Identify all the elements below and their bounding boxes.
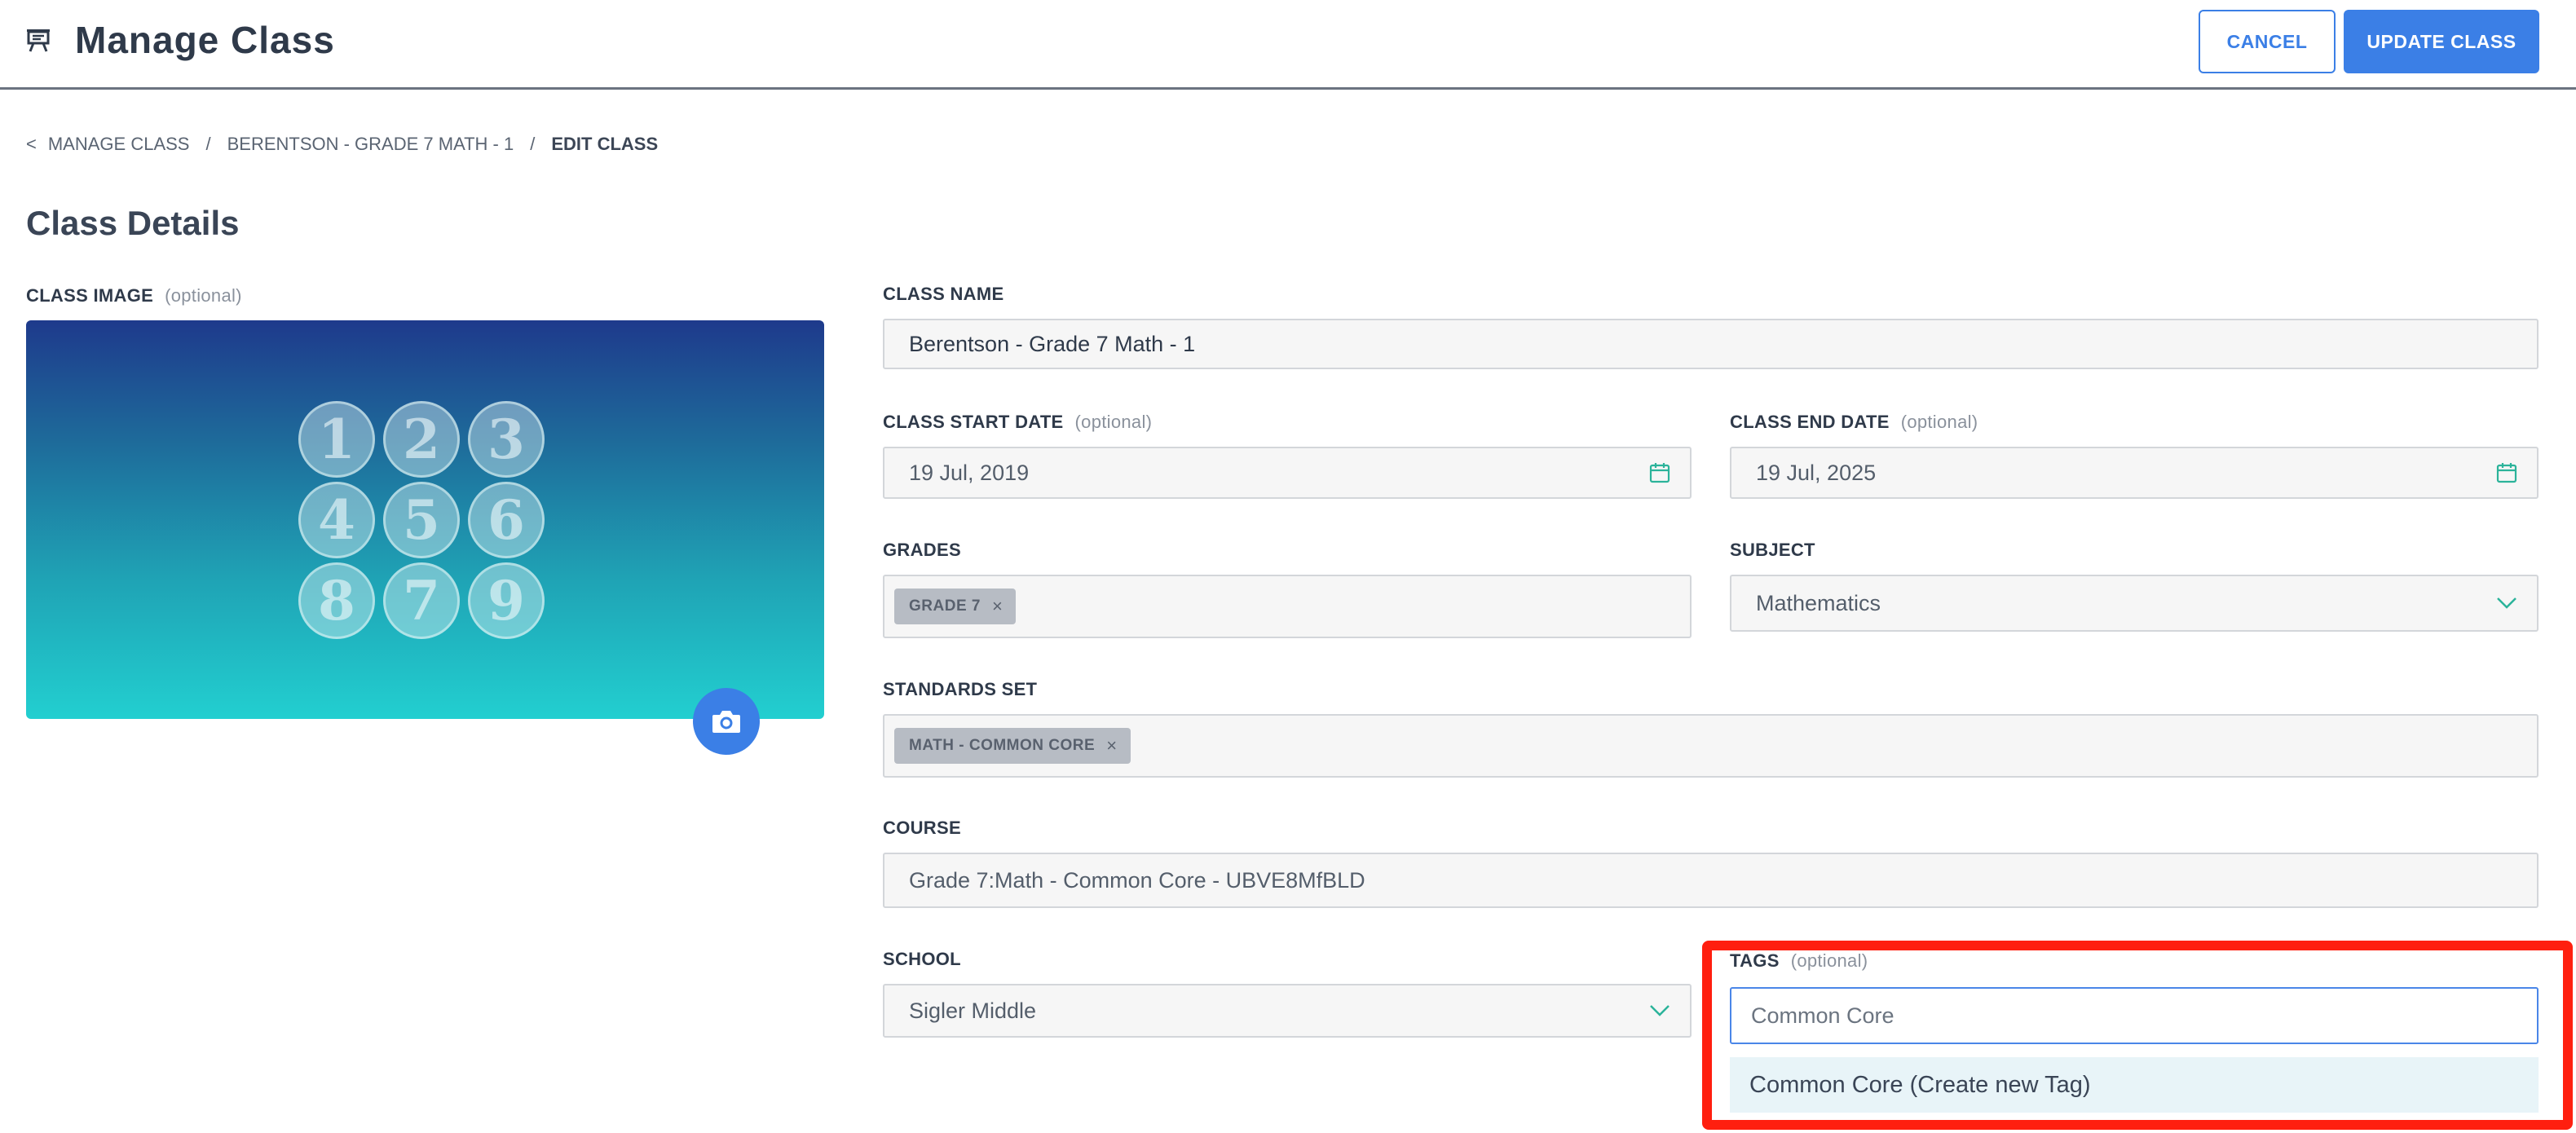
optional-hint: (optional) — [165, 285, 242, 306]
change-image-button[interactable] — [693, 688, 760, 755]
camera-icon — [712, 711, 740, 733]
create-tag-option[interactable]: Common Core (Create new Tag) — [1730, 1057, 2539, 1113]
number-circle: 2 — [383, 401, 460, 478]
class-name-value: Berentson - Grade 7 Math - 1 — [909, 331, 1196, 356]
grade-chip: GRADE 7 × — [894, 589, 1017, 624]
tags-label-text: TAGS — [1730, 950, 1780, 971]
subject-label: SUBJECT — [1730, 540, 1815, 560]
tags-input[interactable] — [1730, 987, 2539, 1044]
subject-select[interactable]: Mathematics — [1730, 575, 2539, 632]
optional-hint: (optional) — [1074, 412, 1153, 432]
class-name-input[interactable]: Berentson - Grade 7 Math - 1 — [883, 319, 2539, 369]
standards-set-input[interactable]: MATH - COMMON CORE × — [883, 714, 2539, 778]
breadcrumb-separator: / — [205, 134, 211, 154]
grades-input[interactable]: GRADE 7 × — [883, 575, 1692, 638]
grade-chip-label: GRADE 7 — [909, 597, 981, 615]
number-circle: 6 — [468, 482, 545, 558]
standards-chip-label: MATH - COMMON CORE — [909, 737, 1096, 754]
start-date-value: 19 Jul, 2019 — [909, 460, 1030, 485]
optional-hint: (optional) — [1900, 412, 1978, 432]
number-circle: 3 — [468, 401, 545, 478]
optional-hint: (optional) — [1790, 950, 1868, 971]
breadcrumb-class-name[interactable]: BERENTSON - GRADE 7 MATH - 1 — [227, 134, 514, 155]
school-label: SCHOOL — [883, 949, 961, 969]
standards-set-label: STANDARDS SET — [883, 679, 1038, 699]
breadcrumb: < MANAGE CLASS / BERENTSON - GRADE 7 MAT… — [26, 134, 658, 155]
class-image-label: CLASS IMAGE (optional) — [26, 285, 242, 306]
class-name-label: CLASS NAME — [883, 284, 1004, 304]
school-value: Sigler Middle — [909, 998, 1037, 1023]
section-title: Class Details — [26, 204, 240, 242]
class-image-label-text: CLASS IMAGE — [26, 285, 154, 306]
number-circle: 4 — [298, 482, 375, 558]
number-circle: 8 — [298, 562, 375, 639]
chevron-down-icon — [2497, 597, 2516, 609]
course-input[interactable]: Grade 7:Math - Common Core - UBVE8MfBLD — [883, 853, 2539, 908]
start-date-label-text: CLASS START DATE — [883, 412, 1064, 432]
standards-chip: MATH - COMMON CORE × — [894, 728, 1131, 764]
end-date-label: CLASS END DATE (optional) — [1730, 412, 1978, 433]
breadcrumb-manage-class[interactable]: MANAGE CLASS — [48, 134, 190, 155]
calendar-icon[interactable] — [2496, 462, 2517, 483]
breadcrumb-edit-class: EDIT CLASS — [551, 134, 659, 154]
number-circle: 1 — [298, 401, 375, 478]
number-circle: 9 — [468, 562, 545, 639]
start-date-label: CLASS START DATE (optional) — [883, 412, 1152, 433]
course-value: Grade 7:Math - Common Core - UBVE8MfBLD — [909, 867, 1365, 893]
chevron-down-icon — [1650, 1005, 1670, 1016]
class-image: 1 2 3 4 5 6 8 7 9 — [26, 320, 824, 719]
number-circle: 5 — [383, 482, 460, 558]
cancel-button[interactable]: CANCEL — [2199, 10, 2336, 73]
calendar-icon[interactable] — [1649, 462, 1670, 483]
page-header: Manage Class CANCEL UPDATE CLASS — [0, 0, 2576, 90]
presentation-board-icon — [27, 29, 50, 52]
grades-label: GRADES — [883, 540, 961, 560]
tags-label: TAGS (optional) — [1730, 950, 1868, 972]
subject-value: Mathematics — [1756, 590, 1881, 615]
close-icon[interactable]: × — [992, 596, 1003, 617]
breadcrumb-separator: / — [530, 134, 536, 154]
course-label: COURSE — [883, 818, 961, 838]
start-date-input[interactable]: 19 Jul, 2019 — [883, 447, 1692, 499]
school-select[interactable]: Sigler Middle — [883, 984, 1692, 1038]
end-date-input[interactable]: 19 Jul, 2025 — [1730, 447, 2539, 499]
page-title: Manage Class — [75, 19, 335, 61]
close-icon[interactable]: × — [1106, 735, 1117, 756]
end-date-value: 19 Jul, 2025 — [1756, 460, 1877, 485]
update-class-button[interactable]: UPDATE CLASS — [2344, 10, 2539, 73]
back-chevron-icon[interactable]: < — [26, 134, 37, 155]
end-date-label-text: CLASS END DATE — [1730, 412, 1890, 432]
number-circle: 7 — [383, 562, 460, 639]
